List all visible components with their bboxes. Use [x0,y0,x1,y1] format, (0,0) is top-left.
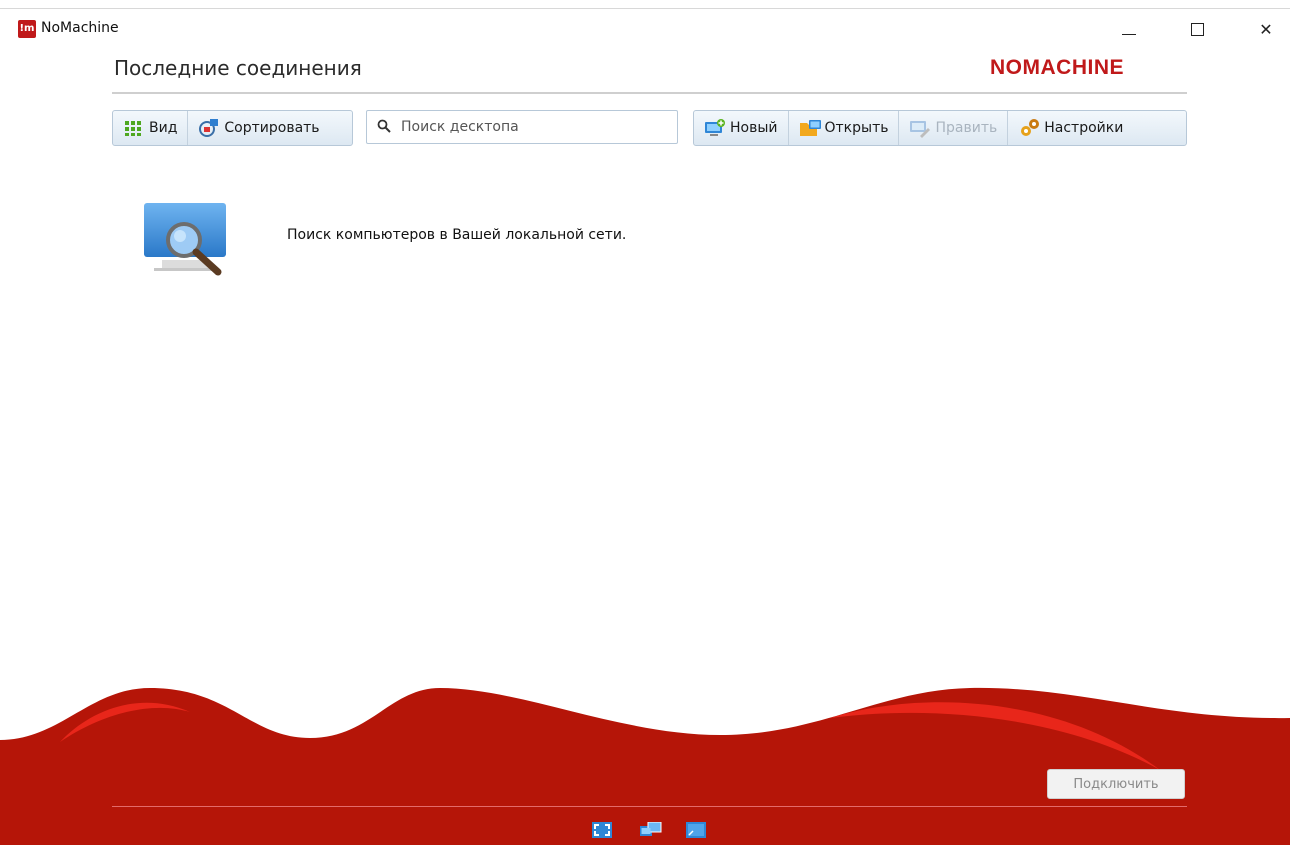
settings-button[interactable]: Настройки [1008,111,1133,145]
edit-monitor-icon [909,118,931,138]
title-bar: !m NoMachine ✕ [0,0,1290,46]
edit-button-label: Править [935,120,998,136]
grid-icon [123,118,143,138]
search-box[interactable] [366,110,678,144]
header-divider [112,92,1187,94]
settings-button-label: Настройки [1044,120,1124,136]
fullscreen-icon[interactable] [592,822,612,838]
network-search-icon[interactable] [140,200,230,280]
minimize-button[interactable] [1106,14,1152,44]
open-folder-icon [799,118,821,138]
gears-icon [1018,118,1040,138]
search-input[interactable] [399,118,673,136]
close-icon: ✕ [1259,19,1273,39]
new-button-label: Новый [730,120,778,136]
window-icon[interactable] [686,822,706,838]
minimize-icon [1122,33,1136,35]
connect-button[interactable]: Подключить [1047,769,1185,799]
local-network-search-text: Поиск компьютеров в Вашей локальной сети… [287,227,627,243]
new-button[interactable]: Новый [694,111,789,145]
open-button[interactable]: Открыть [789,111,900,145]
actions-group: Новый Открыть Править Настройки [693,110,1187,146]
view-button-label: Вид [149,120,178,136]
brand-logo: NOMACHINE [990,56,1124,79]
footer-wave-background [0,687,1290,845]
edit-button[interactable]: Править [899,111,1009,145]
top-divider [0,8,1290,9]
maximize-button[interactable] [1174,14,1220,44]
multi-window-icon[interactable] [640,821,662,838]
close-button[interactable]: ✕ [1243,14,1289,44]
app-logo-icon: !m [18,20,36,38]
footer-divider [112,806,1187,807]
window-title: NoMachine [41,20,119,36]
new-monitor-icon [704,118,725,138]
view-sort-group: Вид Сортировать [112,110,353,146]
sort-button-label: Сортировать [224,120,320,136]
page-title: Последние соединения [114,56,362,80]
sort-icon [198,118,219,138]
sort-button[interactable]: Сортировать [188,111,329,145]
view-button[interactable]: Вид [113,111,189,145]
search-icon [377,118,391,137]
open-button-label: Открыть [824,120,889,136]
maximize-icon [1190,22,1204,36]
